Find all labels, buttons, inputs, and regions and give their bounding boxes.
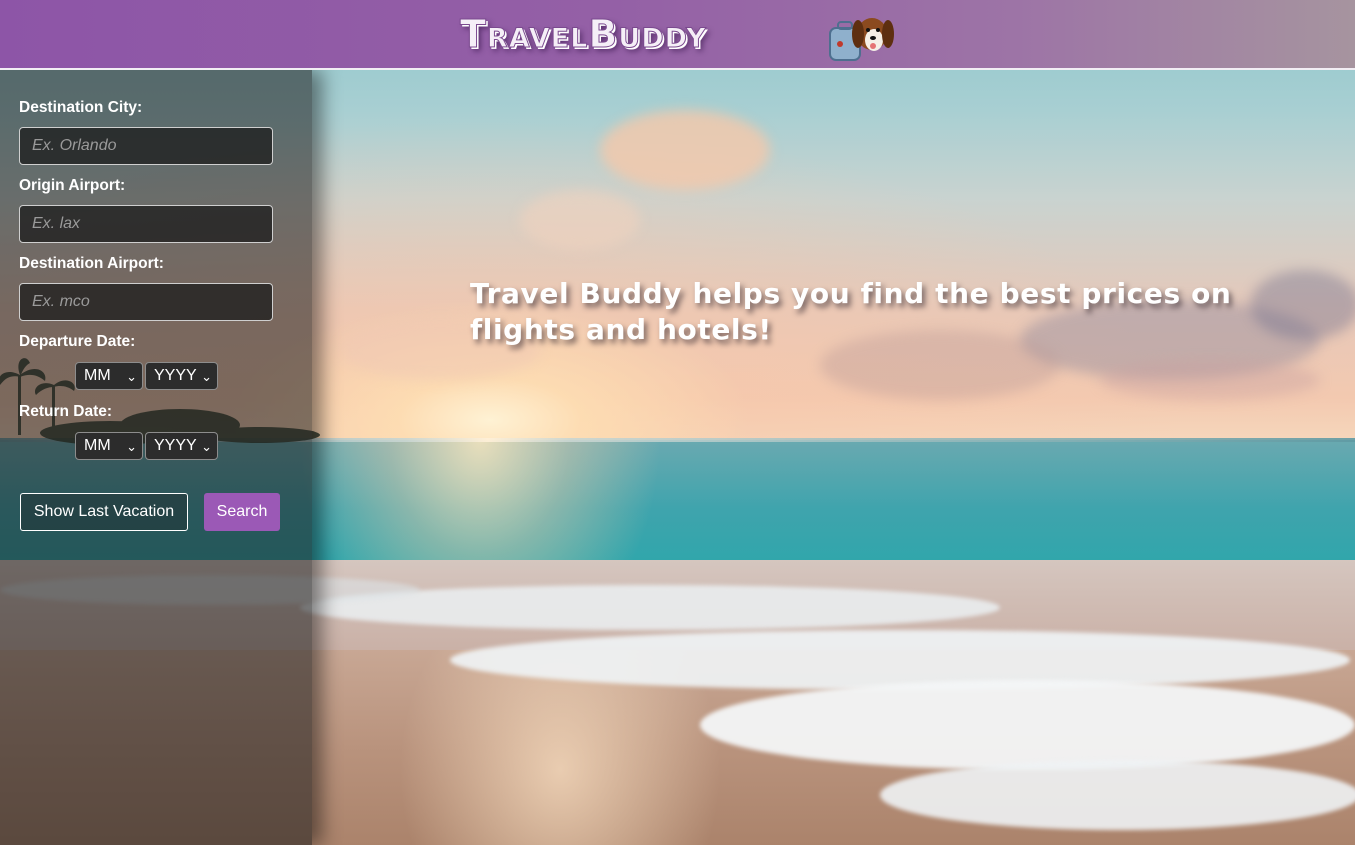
cloud	[520, 190, 640, 250]
return-year-select[interactable]: YYYY ⌄	[145, 432, 218, 460]
chevron-down-icon: ⌄	[126, 369, 137, 384]
show-last-vacation-button[interactable]: Show Last Vacation	[20, 493, 188, 531]
departure-year-select[interactable]: YYYY ⌄	[145, 362, 218, 390]
return-month-value: MM	[84, 437, 111, 454]
destination-airport-input[interactable]	[19, 283, 273, 321]
origin-airport-input[interactable]	[19, 205, 273, 243]
cloud	[600, 110, 770, 190]
departure-date-label: Departure Date:	[19, 333, 136, 350]
wave-foam	[700, 680, 1355, 770]
return-month-select[interactable]: MM ⌄	[75, 432, 143, 460]
departure-year-value: YYYY	[154, 367, 197, 384]
chevron-down-icon: ⌄	[201, 439, 212, 454]
return-date-label: Return Date:	[19, 403, 113, 420]
chevron-down-icon: ⌄	[126, 439, 137, 454]
app-header: TravelBuddy	[0, 0, 1355, 70]
destination-city-label: Destination City:	[19, 99, 143, 116]
departure-month-select[interactable]: MM ⌄	[75, 362, 143, 390]
dog-with-suitcase-icon	[829, 18, 894, 61]
wave-foam	[880, 760, 1355, 830]
logo-text: TravelBuddy	[460, 12, 707, 57]
cloud	[1100, 360, 1320, 400]
logo[interactable]: TravelBuddy	[460, 8, 900, 64]
search-button[interactable]: Search	[204, 493, 280, 531]
destination-city-input[interactable]	[19, 127, 273, 165]
hero-tagline: Travel Buddy helps you find the best pri…	[470, 277, 1232, 346]
origin-airport-label: Origin Airport:	[19, 177, 126, 194]
return-year-value: YYYY	[154, 437, 197, 454]
chevron-down-icon: ⌄	[201, 369, 212, 384]
departure-month-value: MM	[84, 367, 111, 384]
wave-foam	[450, 630, 1350, 690]
destination-airport-label: Destination Airport:	[19, 255, 164, 272]
search-sidebar: Destination City: Origin Airport: Destin…	[0, 70, 312, 845]
